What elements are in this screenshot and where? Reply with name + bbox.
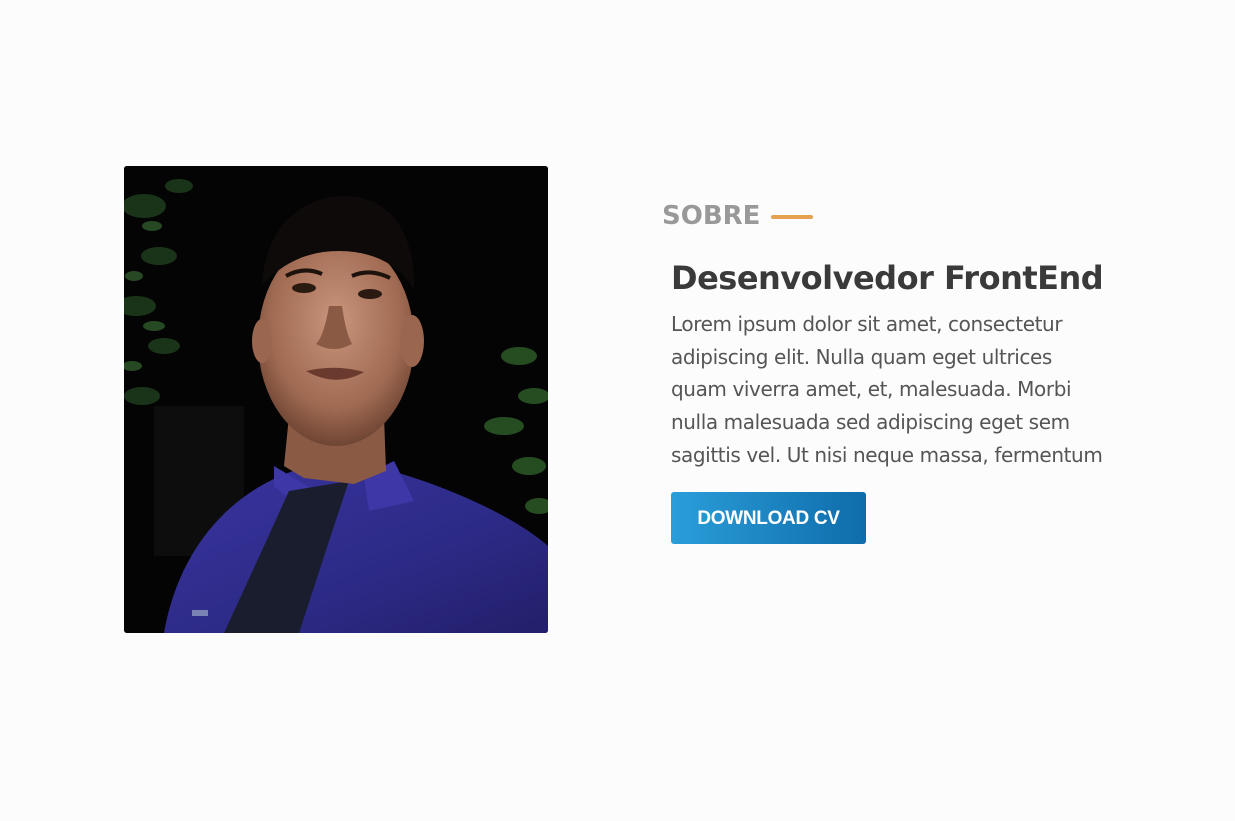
download-cv-button[interactable]: DOWNLOAD CV	[671, 491, 866, 544]
section-accent-line	[771, 215, 814, 219]
section-label-text: SOBRE	[662, 201, 761, 231]
about-section: SOBRE Desenvolvedor FrontEnd Lorem ipsum…	[662, 196, 1122, 544]
profile-photo-illustration	[124, 166, 548, 633]
about-description: Lorem ipsum dolor sit amet, consectetur …	[671, 312, 1103, 467]
profile-photo	[124, 166, 548, 633]
section-label: SOBRE	[662, 196, 1122, 236]
page-title: Desenvolvedor FrontEnd	[671, 259, 1104, 297]
